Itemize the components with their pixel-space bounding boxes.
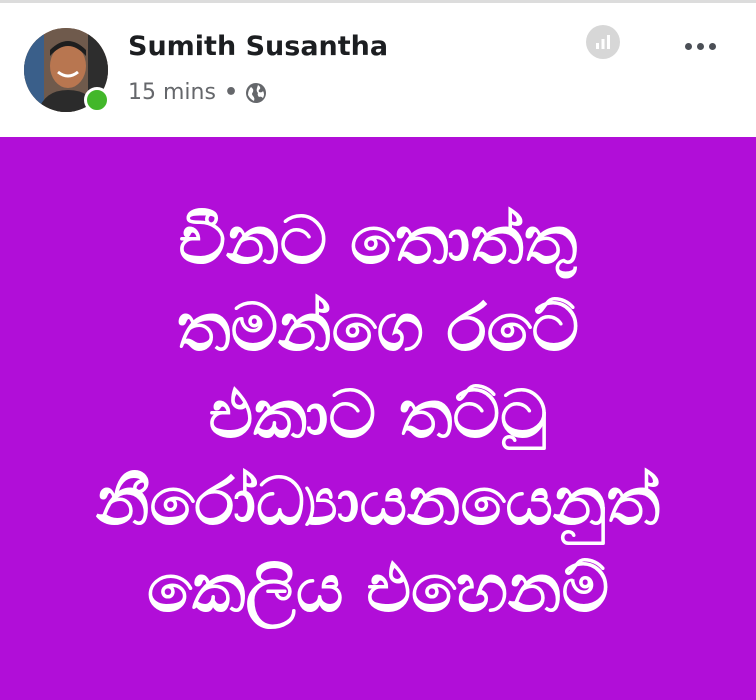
globe-icon[interactable]	[244, 81, 268, 105]
online-status-dot	[84, 87, 110, 113]
author-name[interactable]: Sumith Susantha	[128, 31, 388, 62]
more-options-button[interactable]	[680, 29, 720, 63]
post-text-line: කෙලිය එහෙනම්	[147, 549, 609, 627]
bar-chart-icon	[596, 35, 610, 49]
post-text: චීනට තොත්තු තමන්ගෙ රටේ එකාට තට්ටු නීරෝධ්…	[96, 197, 660, 632]
post-text-line: නීරෝධ්‍යායනයෙනුත්	[95, 462, 661, 540]
more-horizontal-icon	[696, 42, 704, 50]
more-horizontal-icon	[708, 42, 716, 50]
facebook-post: Sumith Susantha 15 mins • චීනට තොත්තු තම…	[0, 0, 756, 700]
post-text-line: එකාට තට්ටු	[208, 375, 548, 453]
post-text-line: තමන්ගෙ රටේ	[176, 288, 579, 366]
post-meta: 15 mins •	[128, 80, 268, 105]
post-text-line: චීනට තොත්තු	[178, 201, 578, 279]
post-header: Sumith Susantha 15 mins •	[0, 3, 756, 137]
more-horizontal-icon	[684, 42, 692, 50]
timestamp[interactable]: 15 mins	[128, 80, 216, 105]
insights-button[interactable]	[586, 25, 620, 59]
meta-separator: •	[223, 80, 238, 105]
post-text-background: චීනට තොත්තු තමන්ගෙ රටේ එකාට තට්ටු නීරෝධ්…	[0, 137, 756, 700]
